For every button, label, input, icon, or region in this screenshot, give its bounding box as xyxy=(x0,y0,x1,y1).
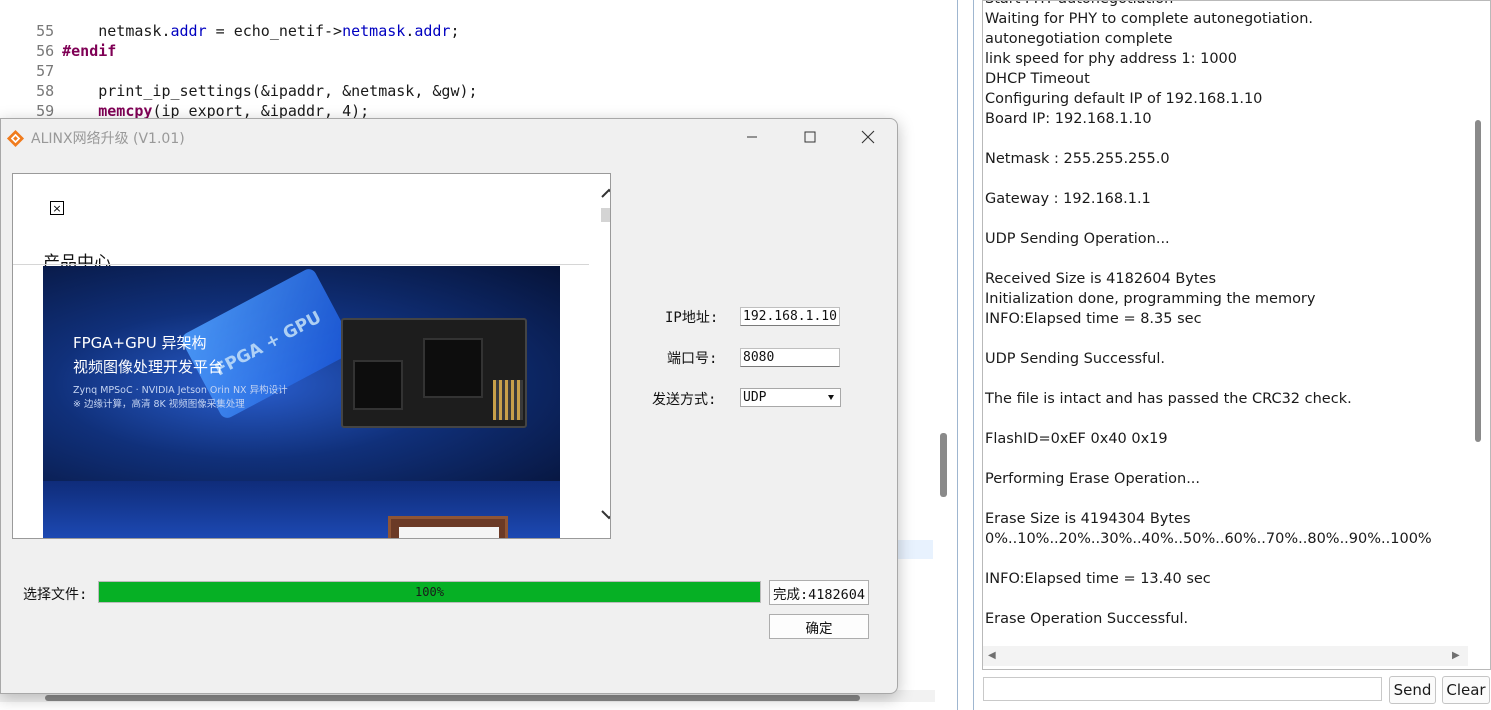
console-line: INFO:Elapsed time = 13.40 sec xyxy=(985,571,1211,587)
chevron-down-icon xyxy=(601,510,610,520)
console-line: Erase Operation Successful. xyxy=(985,611,1189,627)
console-horizontal-scrollbar[interactable] xyxy=(983,646,1468,666)
scroll-left-icon[interactable]: ◀ xyxy=(988,650,996,661)
code-line: 55 netmask.addr = echo_netif->netmask.ad… xyxy=(0,1,459,40)
banner-subtitle: 视频图像处理开发平台 xyxy=(73,358,224,376)
console-line: Received Size is 4182604 Bytes xyxy=(985,271,1217,287)
dropdown-arrow-icon xyxy=(828,395,834,400)
banner-title: FPGA+GPU 异架构 xyxy=(73,334,207,352)
console-output: Start PHY autonegotiation Waiting for PHY… xyxy=(985,1,1465,629)
title-bar[interactable]: ALINX网络升级 (V1.01) xyxy=(1,119,897,155)
code-line: 57 xyxy=(0,41,62,80)
console-vertical-scrollbar[interactable] xyxy=(1475,120,1481,442)
console-line: UDP Sending Operation... xyxy=(985,231,1170,247)
console-line: link speed for phy address 1: 1000 xyxy=(985,51,1237,67)
console-line: Waiting for PHY to complete autonegotiat… xyxy=(985,11,1314,27)
alinx-logo-icon xyxy=(6,129,25,148)
code-text: #endif xyxy=(62,42,117,60)
network-upgrade-dialog: ALINX网络升级 (V1.01) × 产品中心 FPGA + GPU FPGA… xyxy=(0,118,898,694)
console-line: Board IP: 192.168.1.10 xyxy=(985,111,1152,127)
console-line: autonegotiation complete xyxy=(985,31,1173,47)
minimize-button[interactable] xyxy=(723,119,781,155)
ip-label: IP地址: xyxy=(665,310,719,326)
console-line: DHCP Timeout xyxy=(985,71,1090,87)
chevron-up-icon xyxy=(601,188,610,198)
web-scroll-thumb[interactable] xyxy=(601,208,610,222)
frame-graphic xyxy=(388,516,508,538)
port-input[interactable]: 8080 xyxy=(740,348,840,367)
close-icon xyxy=(861,130,875,144)
web-scroll-track xyxy=(599,174,610,538)
send-mode-select[interactable]: UDP xyxy=(740,388,841,407)
code-line: 58 print_ip_settings(&ipaddr, &netmask, … xyxy=(0,61,477,100)
second-banner[interactable] xyxy=(43,481,560,538)
broken-image-icon: × xyxy=(50,201,64,215)
code-text: netmask.addr = echo_netif->netmask.addr; xyxy=(62,22,460,40)
web-preview[interactable]: × 产品中心 FPGA + GPU FPGA+GPU 异架构 视频图像处理开发平… xyxy=(12,173,611,539)
progress-text: 100% xyxy=(415,585,444,599)
console-line: Gateway : 192.168.1.1 xyxy=(985,191,1151,207)
scroll-up-button[interactable] xyxy=(600,184,610,202)
editor-horizontal-scrollbar[interactable] xyxy=(45,695,860,701)
maximize-button[interactable] xyxy=(781,119,839,155)
console-line: FlashID=0xEF 0x40 0x19 xyxy=(985,431,1168,447)
close-button[interactable] xyxy=(839,119,897,155)
done-status-button[interactable]: 完成:4182604 xyxy=(769,580,869,605)
console-line: UDP Sending Successful. xyxy=(985,351,1165,367)
console-line: Configuring default IP of 192.168.1.10 xyxy=(985,91,1263,107)
product-banner[interactable]: FPGA + GPU FPGA+GPU 异架构 视频图像处理开发平台 Zynq … xyxy=(43,266,560,481)
board-image xyxy=(341,318,527,428)
port-label: 端口号: xyxy=(667,351,718,367)
ok-button[interactable]: 确定 xyxy=(769,614,869,639)
console-input[interactable] xyxy=(983,677,1382,701)
console-line: The file is intact and has passed the CR… xyxy=(985,391,1352,407)
upload-progress-bar: 100% xyxy=(98,581,761,603)
send-mode-value: UDP xyxy=(743,390,767,405)
file-label: 选择文件: xyxy=(23,587,88,603)
ip-address-input[interactable]: 192.168.1.10 xyxy=(740,307,840,326)
serial-console[interactable]: Start PHY autonegotiation Waiting for PHY… xyxy=(982,0,1491,670)
scroll-down-button[interactable] xyxy=(600,506,610,524)
console-line: Start PHY autonegotiation xyxy=(985,1,1465,9)
clear-button[interactable]: Clear xyxy=(1442,676,1490,704)
send-button[interactable]: Send xyxy=(1389,676,1436,704)
send-mode-label: 发送方式: xyxy=(652,392,717,408)
current-line-highlight xyxy=(895,540,933,559)
console-line: Performing Erase Operation... xyxy=(985,471,1201,487)
banner-note: ※ 边缘计算，高清 8K 视频图像采集处理 xyxy=(73,399,245,410)
minimize-icon xyxy=(747,136,757,138)
divider xyxy=(13,264,589,265)
code-line: 56 #endif xyxy=(0,21,116,60)
code-line: 59 memcpy(ip_export, &ipaddr, 4); xyxy=(0,81,369,120)
console-line: Netmask : 255.255.255.0 xyxy=(985,151,1170,167)
console-line: INFO:Elapsed time = 8.35 sec xyxy=(985,311,1202,327)
window-title: ALINX网络升级 (V1.01) xyxy=(31,131,185,147)
console-line: 0%..10%..20%..30%..40%..50%..60%..70%..8… xyxy=(985,531,1432,547)
pane-divider[interactable] xyxy=(973,0,974,710)
pane-divider[interactable] xyxy=(957,0,958,710)
banner-note: Zynq MPSoC · NVIDIA Jetson Orin NX 异构设计 xyxy=(73,385,288,396)
editor-vertical-scrollbar[interactable] xyxy=(940,433,947,497)
scroll-right-icon[interactable]: ▶ xyxy=(1452,650,1460,661)
maximize-icon xyxy=(804,131,816,143)
console-line: Erase Size is 4194304 Bytes xyxy=(985,511,1191,527)
console-line: Initialization done, programming the mem… xyxy=(985,291,1316,307)
